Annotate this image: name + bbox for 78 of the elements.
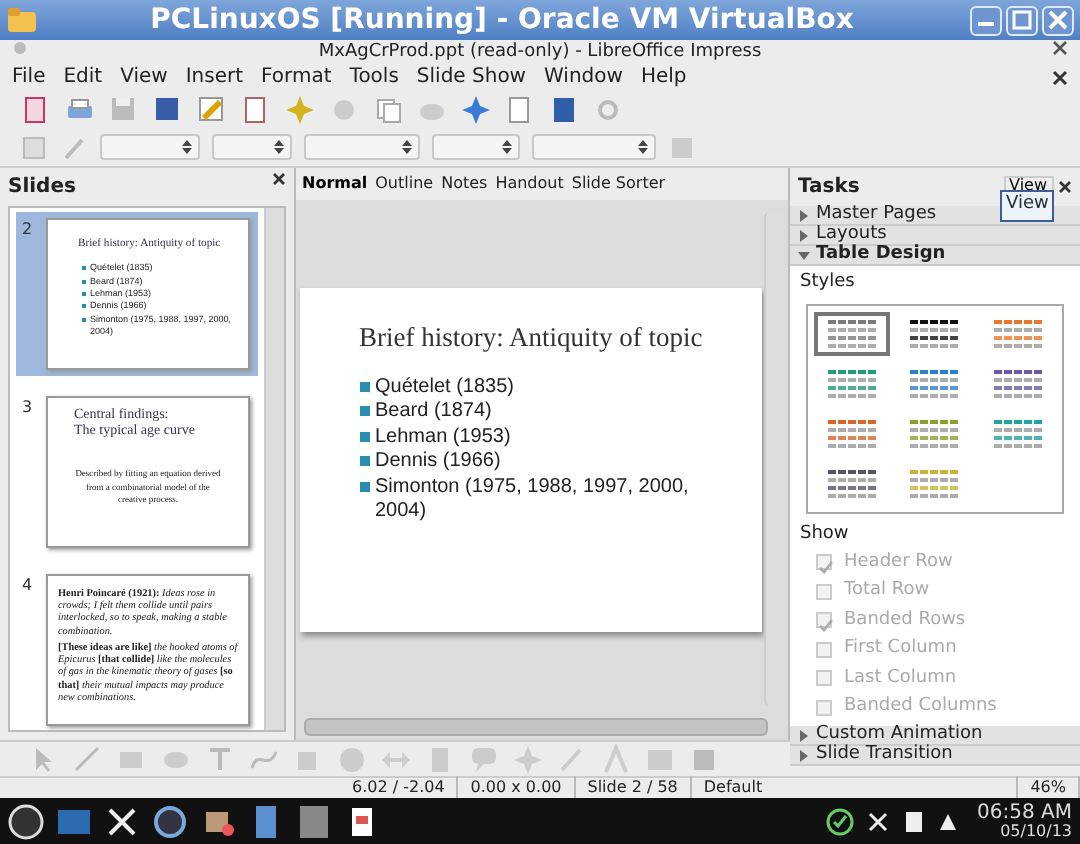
section-label: Styles [800,270,857,296]
section-header[interactable]: Layouts [790,226,1080,246]
caret-icon [274,140,284,154]
scrollbar[interactable] [304,718,768,736]
view-tab[interactable]: Handout [495,172,564,196]
view-tab[interactable]: Notes [441,172,488,196]
view-tab[interactable]: Normal [302,172,368,196]
clock-date: 05/10/13 [1000,823,1072,839]
menu-item[interactable]: Help [640,62,687,92]
bullet-icon [359,431,369,442]
view-tab[interactable]: Outline [375,172,434,196]
checkbox-label: Last Column [844,665,957,691]
checkbox-label: Total Row [844,578,930,604]
close-icon[interactable] [1052,69,1068,85]
bullet-icon [359,406,369,417]
dropdown[interactable] [212,134,292,160]
checkbox-label: Banded Rows [844,607,966,633]
logo-icon[interactable] [8,803,44,839]
bullet-icon [359,456,369,467]
close-icon[interactable] [272,172,286,186]
bullet-text: Beard (1874) [375,400,492,426]
window-icon[interactable] [296,803,332,839]
pencil-icon[interactable] [196,93,228,125]
sparkle-icon[interactable] [284,93,316,125]
section-label: Show [800,521,851,547]
bullet-text: Simonton (1975, 1988, 1997, 2000, 2004) [375,475,691,526]
line-icon[interactable] [72,744,102,774]
close-icon[interactable] [1058,180,1072,194]
copy-icon[interactable] [372,93,404,125]
panel-title: Tasks [798,174,860,202]
triangle-icon[interactable] [937,811,958,831]
bullet-text: Lehman (1953) [375,425,511,451]
checkbox-label: Header Row [844,549,953,575]
tooltip: View [1000,190,1055,221]
document-title: MxAgCrProd.ppt (read-only) - LibreOffice Impress [318,40,762,64]
text-icon[interactable] [204,744,234,774]
section-header[interactable]: Table Design [790,246,1080,266]
caret-icon [402,140,412,154]
scrollbar[interactable] [264,208,284,730]
dropdown[interactable] [100,134,200,160]
dropdown[interactable] [432,134,520,160]
menu-item[interactable]: File [12,62,46,92]
menu-item[interactable]: View [120,62,168,92]
menu-item[interactable]: Window [544,62,623,92]
checkbox-label: Banded Columns [844,694,997,720]
slide-number: 3 [22,396,35,420]
book-icon[interactable] [548,93,580,125]
bullet-text: Quételet (1835) [375,375,514,401]
menu-item[interactable]: Slide Show [416,62,526,92]
bullet-icon [359,381,369,392]
folder-icon [6,6,38,34]
panel-title: Slides [8,174,76,202]
menu-item[interactable]: Insert [185,62,244,92]
note-icon[interactable] [901,809,926,833]
caret-icon [502,140,512,154]
menu-item[interactable]: Format [261,62,332,92]
bullet-icon [359,481,369,492]
star-icon[interactable] [512,744,542,774]
star-icon[interactable] [460,93,492,125]
window-title: PCLinuxOS [Running] - Oracle VM VirtualBox [148,6,856,34]
caret-icon [182,140,192,154]
section-header[interactable]: Custom Animation [790,726,1080,746]
view-tab[interactable]: Slide Sorter [571,172,666,196]
slide-number: 2 [22,218,35,242]
checkmark-icon[interactable] [825,807,854,835]
floppy-icon[interactable] [152,93,184,125]
chevron-down-icon [798,249,810,261]
section-header[interactable]: Slide Transition [790,746,1080,766]
menu-item[interactable]: Tools [349,62,399,92]
caret-icon [638,140,648,154]
slide-title: Brief history: Antiquity of topic [359,319,705,356]
slide-number: 4 [22,574,35,598]
checkbox-label: First Column [844,636,957,662]
bullet-text: Dennis (1966) [375,450,501,476]
square-icon[interactable] [20,133,48,161]
menu-item[interactable]: Edit [63,62,103,92]
clock-time: 06:58 AM [977,803,1072,823]
close-icon[interactable] [1052,40,1068,56]
